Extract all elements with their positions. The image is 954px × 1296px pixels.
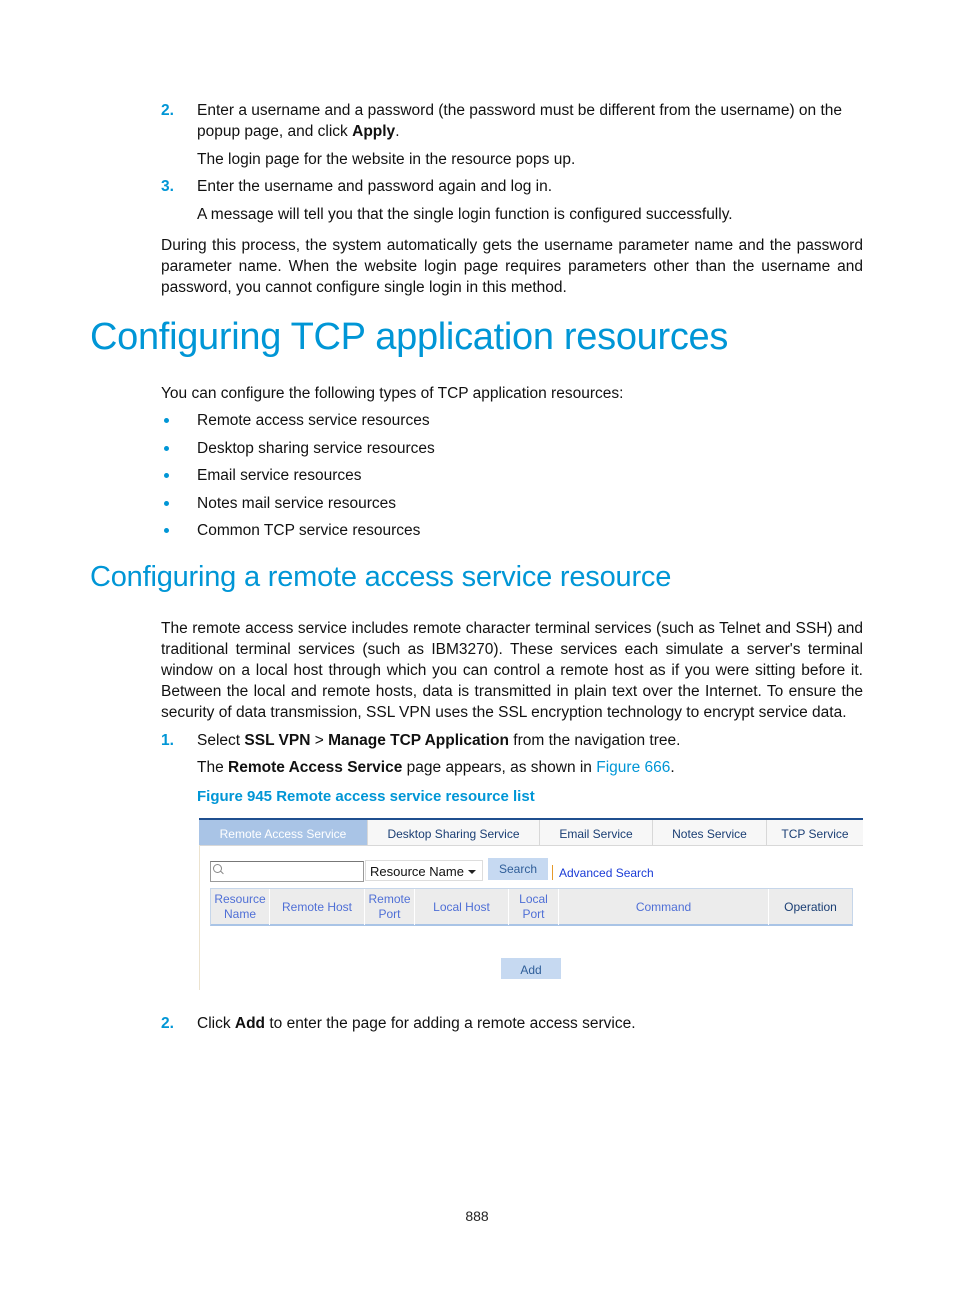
step-note: The login page for the website in the re… [197,151,576,168]
tab-tcp-service[interactable]: TCP Service [767,820,863,845]
step-number: 1. [161,732,174,749]
table-header: Resource Name Remote Host Remote Port Loca… [210,888,853,926]
step-text-part: Select [197,732,245,749]
step-text: Enter the username and password again an… [197,178,553,195]
section-title: Configuring TCP application resources [90,316,729,358]
tab-email-service[interactable]: Email Service [540,820,653,845]
tab-desktop-sharing-service[interactable]: Desktop Sharing Service [368,820,540,845]
bullet-dot-icon [164,501,169,506]
step-text: Select SSL VPN > Manage TCP Application … [197,730,863,751]
step-text-part: from the navigation tree. [508,732,681,749]
step-text: Enter a username and a password (the pas… [197,100,863,142]
subsection-paragraph: The remote access service includes remot… [161,620,863,721]
search-input[interactable] [210,861,364,882]
step-text-part: page appears, as shown in [402,759,597,776]
tab-bar: Remote Access Service Desktop Sharing Se… [199,820,863,846]
column-label: Resource [214,892,266,906]
left-border [199,845,200,990]
step-text: Click Add to enter the page for adding a… [197,1013,863,1034]
column-label: Local [519,892,548,906]
advanced-search-link[interactable]: Advanced Search [559,866,654,880]
step-text-part: > [310,732,329,749]
bullet-text: Desktop sharing service resources [197,440,435,457]
step-text-part: . [395,123,400,140]
column-command[interactable]: Command [559,889,769,925]
menu-manage-tcp-application: Manage TCP Application [328,732,509,749]
column-label: Remote [368,892,411,906]
column-remote-port[interactable]: Remote Port [365,889,415,925]
add-bold: Add [234,1015,266,1032]
add-button[interactable]: Add [501,958,561,979]
step-text-part: Click [197,1015,235,1032]
bullet-text: Notes mail service resources [197,495,396,512]
tab-remote-access-service[interactable]: Remote Access Service [199,820,368,845]
column-remote-host[interactable]: Remote Host [270,889,365,925]
bullet-dot-icon [164,446,169,451]
bullet-text: Remote access service resources [197,412,430,429]
column-label: Port [378,907,401,921]
select-value: Resource Name [370,864,464,879]
column-operation: Operation [784,899,837,914]
figure-caption: Figure 945 Remote access service resourc… [197,788,535,805]
bullet-text: Common TCP service resources [197,522,421,539]
process-paragraph: During this process, the system automati… [161,237,863,296]
separator [552,865,553,880]
apply-bold: Apply [352,123,396,140]
column-local-host[interactable]: Local Host [415,889,509,925]
tab-notes-service[interactable]: Notes Service [653,820,767,845]
chevron-down-icon [468,870,476,874]
column-local-port[interactable]: Local Port [509,889,559,925]
remote-access-service-panel: Remote Access Service Desktop Sharing Se… [199,818,863,990]
column-label: Name [223,907,256,921]
bullet-dot-icon [164,418,169,423]
step-number: 2. [161,1015,174,1032]
step-note: The Remote Access Service page appears, … [197,757,863,778]
step-text-part: Enter a username and a password (the pas… [197,102,843,140]
search-button[interactable]: Search [488,858,548,880]
subsection-title: Configuring a remote access service reso… [90,561,672,593]
bullet-dot-icon [164,528,169,533]
step-number: 2. [161,102,174,119]
step-note: A message will tell you that the single … [197,206,733,223]
step-text-part: . [670,759,675,776]
section-intro: You can configure the following types of… [161,385,624,402]
column-resource-name[interactable]: Resource Name [211,889,270,925]
search-icon [213,864,222,873]
step-text-part: The [197,759,229,776]
figure-link[interactable]: Figure 666 [596,759,670,776]
step-number: 3. [161,178,174,195]
menu-ssl-vpn: SSL VPN [244,732,311,749]
step-text-part: to enter the page for adding a remote ac… [265,1015,636,1032]
search-field-select[interactable]: Resource Name [365,860,483,881]
remote-access-service-bold: Remote Access Service [228,759,403,776]
page-number: 888 [465,1208,489,1224]
column-label: Port [522,907,545,921]
bullet-text: Email service resources [197,467,362,484]
bullet-dot-icon [164,473,169,478]
